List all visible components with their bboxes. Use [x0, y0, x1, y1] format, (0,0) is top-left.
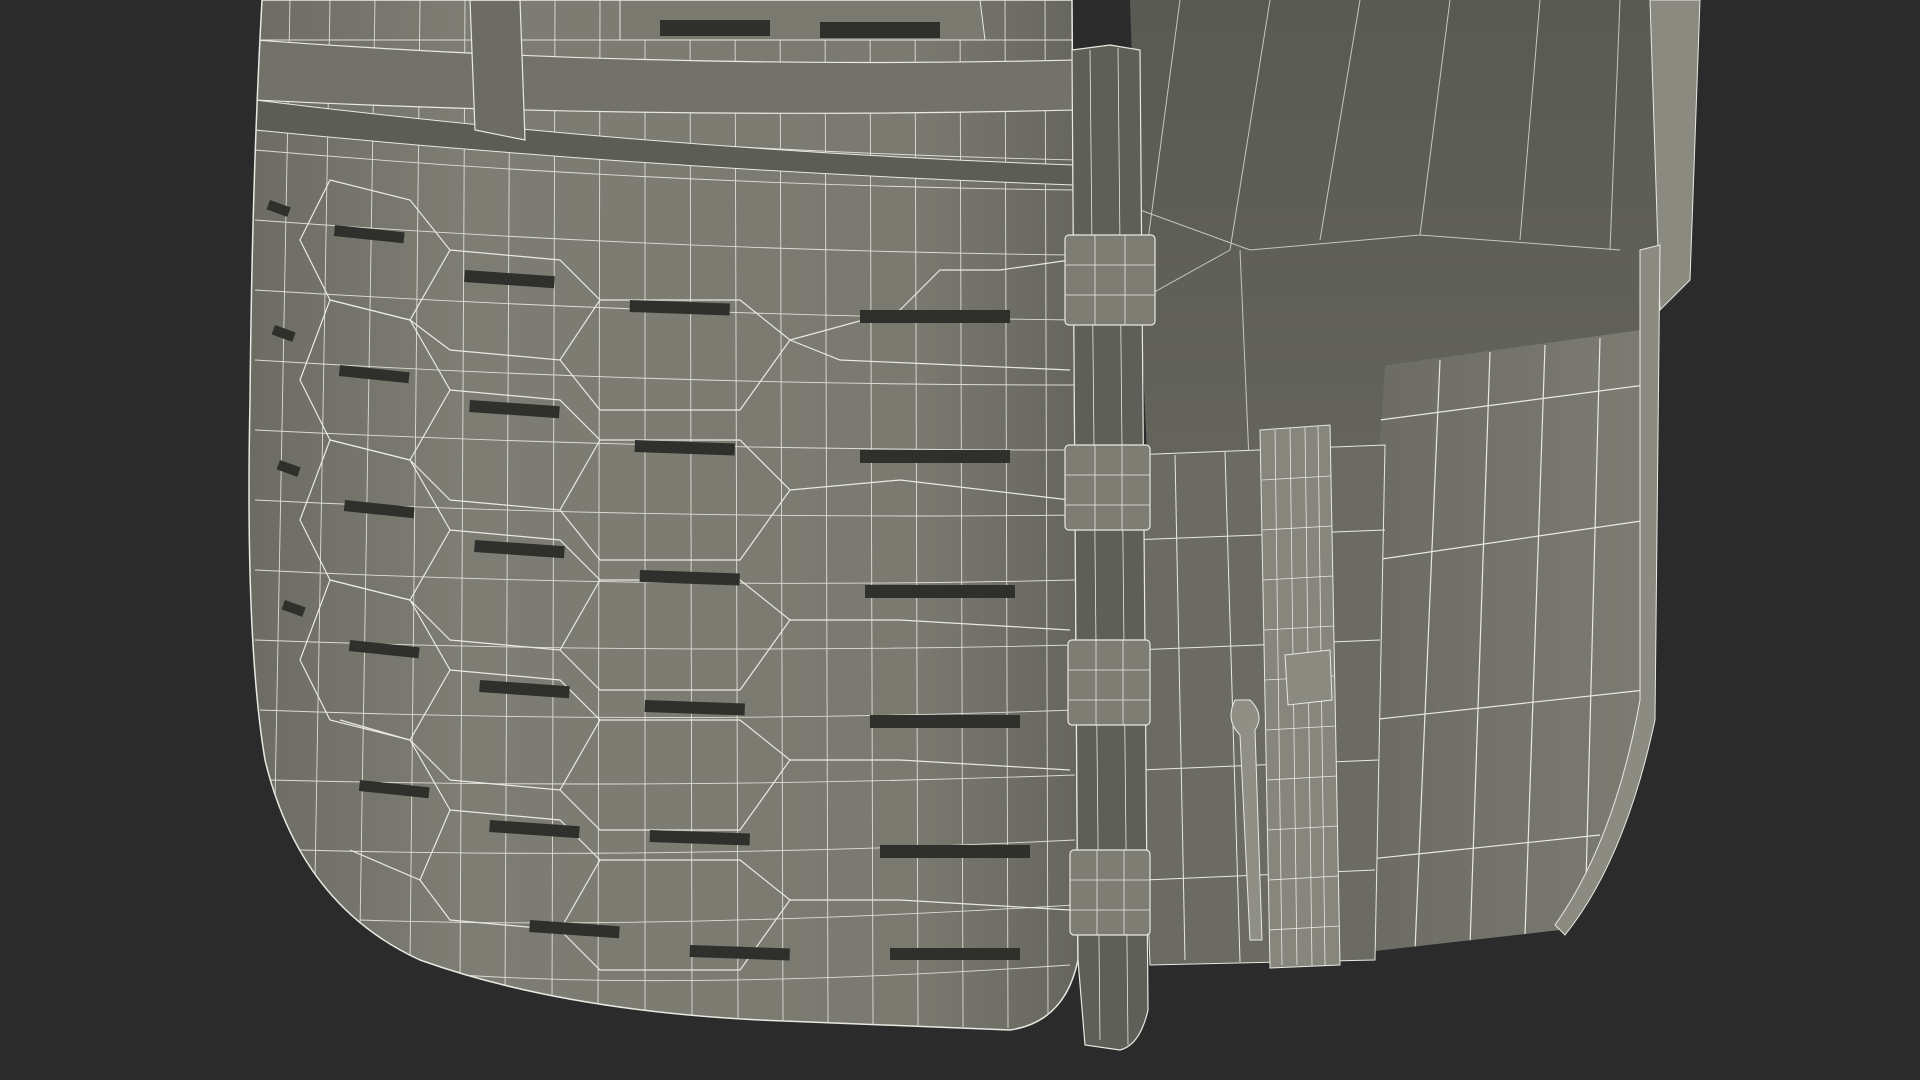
vest-render: [248, 0, 1701, 1051]
render-viewport: [0, 0, 1920, 1080]
front-plate-panel: [248, 0, 1079, 1031]
cummerbund-buckle: [1129, 424, 1386, 969]
edge-binding-strip: [1064, 44, 1156, 1051]
